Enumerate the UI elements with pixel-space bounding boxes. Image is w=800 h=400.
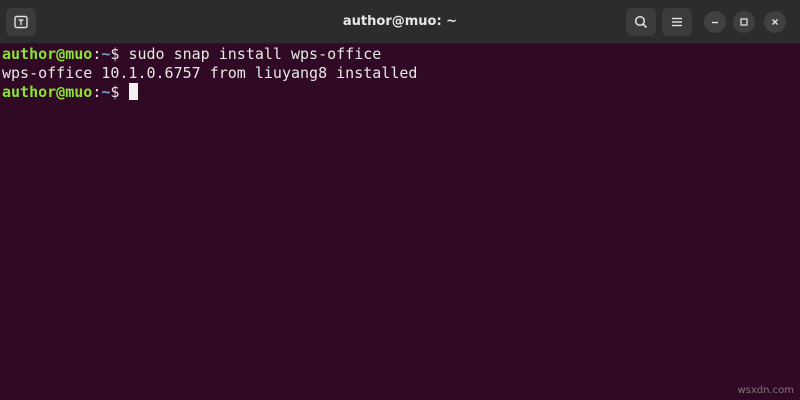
minimize-icon: [712, 21, 718, 24]
window-title: author@muo: ~: [342, 14, 458, 29]
new-tab-icon: [14, 15, 28, 29]
menu-button[interactable]: [662, 8, 692, 36]
text-cursor: [129, 83, 139, 100]
prompt-symbol: $: [110, 83, 129, 101]
search-button[interactable]: [626, 8, 656, 36]
maximize-icon: [740, 18, 748, 26]
terminal-line: author@muo:~$ sudo snap install wps-offi…: [2, 44, 381, 64]
terminal-window: author@muo: ~ author@muo:~$ sudo snap in…: [0, 0, 800, 400]
maximize-button[interactable]: [733, 11, 755, 33]
terminal-line: author@muo:~$: [2, 82, 139, 102]
title-bar: author@muo: ~: [0, 0, 800, 44]
close-icon: [772, 19, 778, 25]
terminal-output-area[interactable]: author@muo:~$ sudo snap install wps-offi…: [0, 44, 800, 400]
command-output: wps-office 10.1.0.6757 from liuyang8 ins…: [2, 64, 418, 82]
command-text: sudo snap install wps-office: [128, 45, 382, 63]
prompt-user-host: author@muo: [2, 83, 93, 101]
prompt-user-host: author@muo: [2, 45, 93, 63]
hamburger-menu-icon: [672, 17, 682, 27]
close-button[interactable]: [764, 11, 786, 33]
prompt-separator: :: [92, 83, 102, 101]
prompt-separator: :: [92, 45, 102, 63]
minimize-button[interactable]: [704, 11, 726, 33]
search-icon: [634, 15, 648, 29]
prompt-symbol: $: [110, 45, 129, 63]
terminal-line: wps-office 10.1.0.6757 from liuyang8 ins…: [2, 63, 417, 83]
new-tab-button[interactable]: [6, 8, 36, 36]
watermark: wsxdn.com: [737, 385, 794, 396]
